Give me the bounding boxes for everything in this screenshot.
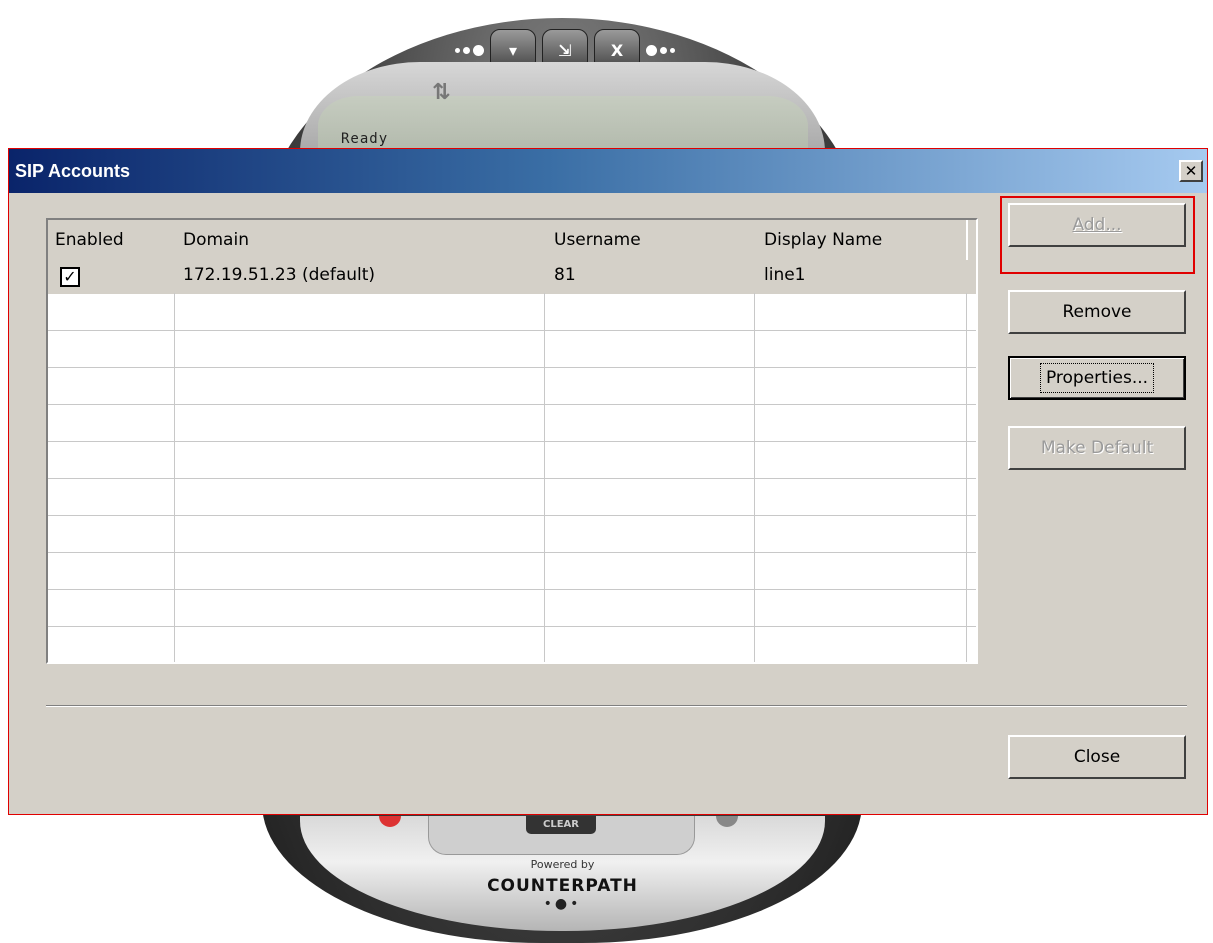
sip-accounts-dialog: SIP Accounts ✕ Enabled Domain Username D… [8, 148, 1208, 815]
list-header: Enabled Domain Username Display Name [48, 220, 976, 260]
empty-row [48, 442, 976, 479]
separator [46, 705, 1187, 707]
close-button-label: Close [1073, 747, 1121, 767]
table-row[interactable]: ✓ 172.19.51.23 (default) 81 line1 [48, 260, 976, 294]
properties-button[interactable]: Properties... [1008, 356, 1186, 400]
properties-button-label: Properties... [1039, 363, 1155, 393]
empty-row [48, 368, 976, 405]
empty-row [48, 479, 976, 516]
domain-cell: 172.19.51.23 (default) [183, 265, 376, 285]
add-button-label: Add... [1072, 215, 1122, 235]
make-default-button-label: Make Default [1040, 438, 1154, 458]
empty-row [48, 405, 976, 442]
empty-row [48, 590, 976, 627]
column-header-username[interactable]: Username [554, 230, 641, 250]
header-filler [966, 220, 976, 260]
decor-dots-left [455, 44, 484, 56]
brand-dots: •●• [543, 896, 582, 912]
powered-by-label: Powered by [530, 858, 595, 871]
column-divider [174, 293, 175, 662]
dialog-title: SIP Accounts [15, 161, 131, 181]
remove-button[interactable]: Remove [1008, 290, 1186, 334]
add-button[interactable]: Add... [1008, 203, 1186, 247]
network-icon: ⇅ [432, 80, 451, 105]
brand-logo: COUNTERPATH [487, 876, 638, 896]
empty-row [48, 516, 976, 553]
empty-row [48, 627, 976, 662]
username-cell: 81 [554, 265, 576, 285]
column-divider [754, 293, 755, 662]
enabled-checkbox[interactable]: ✓ [60, 267, 80, 287]
softphone-status: Ready [341, 131, 389, 147]
remove-button-label: Remove [1062, 302, 1132, 322]
column-divider [966, 293, 967, 662]
column-header-display-name[interactable]: Display Name [764, 230, 882, 250]
decor-dots-right [646, 44, 675, 56]
empty-row [48, 294, 976, 331]
column-header-enabled[interactable]: Enabled [55, 230, 124, 250]
empty-row [48, 331, 976, 368]
empty-row [48, 553, 976, 590]
close-button[interactable]: Close [1008, 735, 1186, 779]
close-icon[interactable]: ✕ [1179, 160, 1203, 182]
make-default-button[interactable]: Make Default [1008, 426, 1186, 470]
column-header-domain[interactable]: Domain [183, 230, 249, 250]
column-divider [544, 293, 545, 662]
title-bar[interactable]: SIP Accounts ✕ [9, 149, 1207, 193]
display-name-cell: line1 [764, 265, 806, 285]
clear-button[interactable]: CLEAR [526, 816, 596, 834]
accounts-list[interactable]: Enabled Domain Username Display Name ✓ 1… [46, 218, 978, 664]
